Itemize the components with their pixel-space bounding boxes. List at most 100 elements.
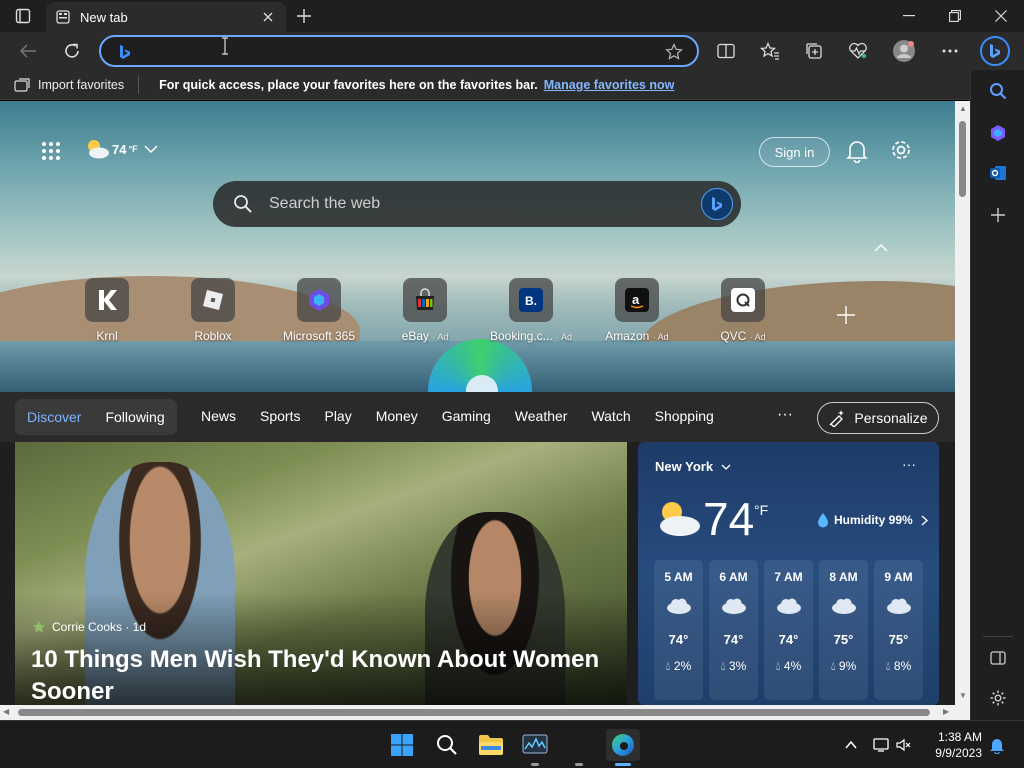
app-launcher-button[interactable] — [41, 141, 61, 166]
weather-card[interactable]: New York ··· 74 °F Humidity 99% 5 AM 74°… — [638, 442, 939, 705]
weather-location-selector[interactable]: New York — [655, 459, 731, 474]
nav-item-watch[interactable]: Watch — [591, 408, 630, 424]
bing-chat-search-button[interactable] — [701, 188, 733, 220]
notifications-button[interactable] — [846, 139, 868, 168]
scroll-left-arrow-icon[interactable]: ◀ — [3, 707, 9, 716]
tab-following[interactable]: Following — [105, 409, 164, 425]
tab-discover[interactable]: Discover — [27, 409, 81, 425]
background-image: 74 °F Sign in Search the web Krnl Roblox… — [0, 101, 955, 392]
sidebar-search-button[interactable] — [983, 76, 1013, 106]
windows-logo-icon — [391, 734, 413, 756]
quick-link-qvc[interactable]: QVC · Ad — [690, 278, 796, 343]
collections-button[interactable] — [798, 36, 830, 66]
hour-time: 7 AM — [774, 570, 803, 584]
quick-link-ebay[interactable]: eBay · Ad — [372, 278, 478, 343]
booking-logo-icon: B. — [519, 288, 543, 312]
favorites-icon — [760, 42, 779, 60]
sidebar-copilot-button[interactable] — [983, 118, 1013, 148]
featured-article-card[interactable]: Corrie Cooks · 1d 10 Things Men Wish The… — [15, 442, 627, 705]
scroll-down-arrow-icon[interactable]: ▼ — [959, 691, 967, 700]
back-button[interactable] — [12, 36, 44, 66]
start-button[interactable] — [386, 729, 418, 761]
sidebar-add-button[interactable] — [983, 200, 1013, 230]
scroll-right-arrow-icon[interactable]: ▶ — [943, 707, 949, 716]
hourly-forecast-item[interactable]: 8 AM 75° 💧︎ 9% — [819, 560, 868, 700]
new-tab-page: 74 °F Sign in Search the web Krnl Roblox… — [0, 101, 955, 705]
address-bar[interactable] — [99, 35, 699, 67]
import-favorites-button[interactable]: Import favorites — [14, 75, 140, 94]
hide-sidebar-button[interactable] — [983, 643, 1013, 673]
droplet-icon: 💧︎ — [665, 659, 671, 673]
horizontal-scrollbar[interactable]: ◀ ▶ — [0, 705, 955, 720]
sign-in-button[interactable]: Sign in — [759, 137, 830, 167]
bing-chat-button[interactable] — [980, 36, 1010, 66]
nav-item-news[interactable]: News — [201, 408, 236, 424]
quick-link-roblox[interactable]: Roblox — [160, 278, 266, 343]
scroll-up-arrow-icon[interactable]: ▲ — [959, 104, 967, 113]
quick-link-amazon[interactable]: a Amazon · Ad — [584, 278, 690, 343]
plus-icon — [297, 9, 311, 23]
humidity-text: Humidity 99% — [834, 513, 913, 527]
weather-mini-button[interactable]: 74 °F — [84, 137, 158, 161]
weather-more-button[interactable]: ··· — [902, 456, 916, 472]
tab-actions-menu-button[interactable] — [0, 0, 46, 32]
svg-text:B.: B. — [525, 294, 537, 308]
system-clock[interactable]: 1:38 AM 9/9/2023 — [928, 729, 982, 761]
collapse-quick-links-button[interactable] — [874, 239, 888, 255]
network-icon — [873, 738, 889, 752]
more-categories-button[interactable]: ··· — [777, 406, 793, 424]
close-window-button[interactable] — [978, 0, 1024, 32]
file-explorer-button[interactable] — [475, 729, 507, 761]
nav-item-shopping[interactable]: Shopping — [655, 408, 714, 424]
tab-new-tab[interactable]: New tab — [46, 2, 286, 32]
humidity-link[interactable]: Humidity 99% — [816, 512, 928, 528]
quick-link-booking[interactable]: B. Booking.c... · Ad — [478, 278, 584, 343]
minimize-button[interactable] — [886, 0, 932, 32]
restore-button[interactable] — [932, 0, 978, 32]
sidebar-settings-button[interactable] — [983, 683, 1013, 713]
gear-icon — [990, 690, 1006, 706]
sidebar-outlook-button[interactable] — [983, 158, 1013, 188]
vertical-scrollbar[interactable]: ▲ ▼ — [955, 101, 970, 705]
add-quick-link-button[interactable] — [836, 301, 856, 332]
nav-item-sports[interactable]: Sports — [260, 408, 300, 424]
quick-link-label: Krnl — [96, 329, 118, 343]
web-search-box[interactable]: Search the web — [213, 181, 741, 227]
refresh-button[interactable] — [56, 36, 88, 66]
system-tray-status[interactable] — [870, 729, 914, 761]
scrollbar-corner — [955, 705, 970, 720]
quick-link-krnl[interactable]: Krnl — [54, 278, 160, 343]
edge-taskbar-button[interactable] — [606, 729, 640, 761]
hourly-forecast-item[interactable]: 7 AM 74° 💧︎ 4% — [764, 560, 813, 700]
hourly-forecast-item[interactable]: 5 AM 74° 💧︎ 2% — [654, 560, 703, 700]
manage-favorites-link[interactable]: Manage favorites now — [544, 78, 675, 92]
taskbar-search-button[interactable] — [431, 729, 463, 761]
title-bar: New tab — [0, 0, 1024, 32]
page-settings-button[interactable] — [890, 139, 912, 166]
chevron-up-icon — [874, 244, 888, 252]
quick-link-microsoft-365[interactable]: Microsoft 365 — [266, 278, 372, 343]
nav-item-weather[interactable]: Weather — [515, 408, 568, 424]
task-manager-button[interactable] — [519, 729, 551, 761]
nav-item-gaming[interactable]: Gaming — [442, 408, 491, 424]
favorites-button[interactable] — [754, 36, 786, 66]
horizontal-scroll-thumb[interactable] — [18, 709, 930, 716]
address-input[interactable] — [141, 41, 641, 63]
settings-and-more-button[interactable] — [934, 36, 966, 66]
hourly-forecast-item[interactable]: 9 AM 75° 💧︎ 8% — [874, 560, 923, 700]
import-favorites-label: Import favorites — [38, 77, 125, 92]
nav-item-play[interactable]: Play — [324, 408, 351, 424]
hourly-forecast-item[interactable]: 6 AM 74° 💧︎ 3% — [709, 560, 758, 700]
split-screen-button[interactable] — [710, 36, 742, 66]
copilot-icon — [991, 125, 1005, 141]
show-hidden-icons-button[interactable] — [836, 729, 866, 761]
vertical-scroll-thumb[interactable] — [959, 121, 966, 197]
new-tab-button[interactable] — [286, 0, 322, 32]
browser-essentials-button[interactable] — [842, 36, 874, 66]
personalize-button[interactable]: Personalize — [817, 402, 939, 434]
favorite-star-button[interactable] — [665, 43, 683, 66]
close-tab-button[interactable] — [260, 9, 276, 25]
profile-button[interactable] — [888, 36, 920, 66]
notifications-center-button[interactable] — [984, 729, 1010, 761]
nav-item-money[interactable]: Money — [376, 408, 418, 424]
